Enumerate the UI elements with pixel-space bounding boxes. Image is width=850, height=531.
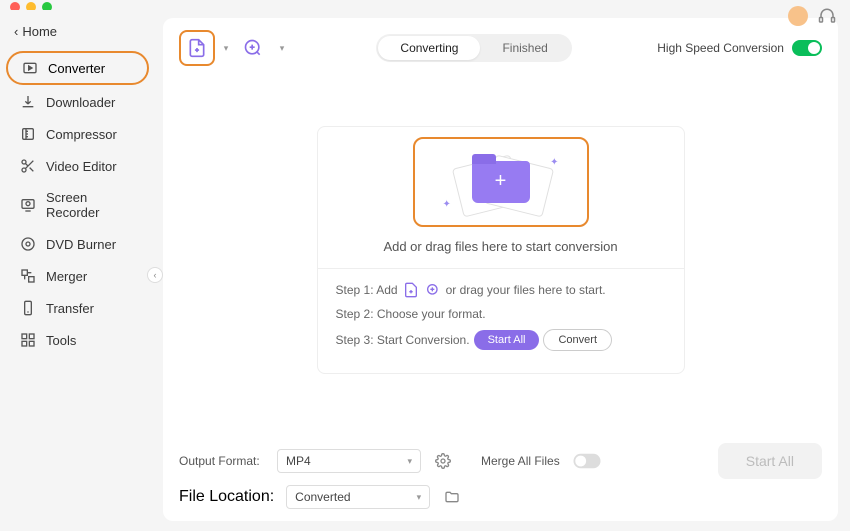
compressor-icon: [20, 126, 36, 142]
add-file-icon: [187, 38, 207, 58]
bottom-bar: Output Format: MP4▾ Merge All Files Star…: [179, 433, 822, 479]
add-url-dropdown[interactable]: ▾: [273, 43, 291, 54]
sidebar-item-label: Video Editor: [46, 159, 117, 174]
tab-converting[interactable]: Converting: [378, 36, 480, 60]
dropzone[interactable]: ✦ ✦ + Add or drag files here to start co…: [317, 126, 685, 374]
sidebar-item-label: DVD Burner: [46, 237, 116, 252]
step-3: Step 3: Start Conversion. Start All Conv…: [336, 329, 666, 351]
output-format-label: Output Format:: [179, 454, 265, 468]
add-file-button[interactable]: [179, 30, 215, 66]
conversion-tabs: Converting Finished: [376, 34, 571, 62]
sidebar-item-converter[interactable]: Converter: [6, 51, 149, 85]
support-icon[interactable]: [818, 7, 836, 25]
sparkle-icon: ✦: [443, 199, 451, 210]
downloader-icon: [20, 94, 36, 110]
toolbar: ▾ ▾ Converting Finished High Speed Conve…: [179, 30, 822, 66]
sidebar-item-label: Compressor: [46, 127, 117, 142]
merge-label: Merge All Files: [481, 454, 560, 468]
sidebar-item-label: Converter: [48, 61, 105, 76]
sidebar-item-video-editor[interactable]: Video Editor: [6, 151, 149, 181]
sidebar-item-screen-recorder[interactable]: Screen Recorder: [6, 183, 149, 227]
sparkle-icon: ✦: [550, 157, 558, 168]
output-format-select[interactable]: MP4▾: [277, 449, 421, 473]
sidebar-item-compressor[interactable]: Compressor: [6, 119, 149, 149]
sidebar-item-label: Transfer: [46, 301, 94, 316]
back-label: Home: [22, 24, 57, 39]
converter-icon: [22, 60, 38, 76]
window-controls: [0, 0, 850, 10]
merge-toggle[interactable]: [573, 454, 600, 468]
format-settings-button[interactable]: [433, 451, 453, 471]
dropzone-hero: ✦ ✦ +: [413, 137, 589, 227]
start-all-pill-button[interactable]: Start All: [474, 330, 540, 350]
high-speed-toggle[interactable]: [792, 40, 822, 56]
sidebar-item-tools[interactable]: Tools: [6, 325, 149, 355]
sidebar-item-label: Tools: [46, 333, 76, 348]
sidebar: ‹ Home Converter Downloader Compressor V…: [0, 10, 155, 531]
add-url-icon: [243, 38, 263, 58]
high-speed-label: High Speed Conversion: [657, 41, 784, 55]
dropzone-hint: Add or drag files here to start conversi…: [318, 239, 684, 254]
user-avatar[interactable]: [788, 6, 808, 26]
open-folder-button[interactable]: [442, 487, 462, 507]
folder-add-icon: +: [472, 161, 530, 203]
disc-icon: [20, 236, 36, 252]
add-url-icon: [424, 281, 442, 299]
main-panel: ▾ ▾ Converting Finished High Speed Conve…: [155, 10, 850, 531]
sidebar-item-label: Merger: [46, 269, 87, 284]
screen-recorder-icon: [20, 197, 36, 213]
tools-icon: [20, 332, 36, 348]
step-2: Step 2: Choose your format.: [336, 307, 666, 321]
convert-pill-button[interactable]: Convert: [543, 329, 612, 351]
sidebar-item-label: Downloader: [46, 95, 115, 110]
transfer-icon: [20, 300, 36, 316]
sidebar-item-label: Screen Recorder: [46, 190, 135, 220]
step-1: Step 1: Add or drag your files here to s…: [336, 281, 666, 299]
sidebar-item-downloader[interactable]: Downloader: [6, 87, 149, 117]
file-location-label: File Location:: [179, 488, 274, 506]
chevron-left-icon: ‹: [14, 24, 18, 39]
scissors-icon: [20, 158, 36, 174]
sidebar-item-transfer[interactable]: Transfer: [6, 293, 149, 323]
collapse-sidebar-button[interactable]: ‹: [147, 267, 163, 283]
tab-finished[interactable]: Finished: [480, 36, 569, 60]
divider: [318, 268, 684, 269]
add-file-icon: [402, 281, 420, 299]
back-home-button[interactable]: ‹ Home: [0, 18, 155, 49]
sidebar-item-merger[interactable]: Merger: [6, 261, 149, 291]
start-all-button[interactable]: Start All: [718, 443, 822, 479]
add-url-button[interactable]: [235, 30, 271, 66]
add-file-dropdown[interactable]: ▾: [217, 43, 235, 54]
file-location-select[interactable]: Converted▾: [286, 485, 430, 509]
sidebar-item-dvd-burner[interactable]: DVD Burner: [6, 229, 149, 259]
merger-icon: [20, 268, 36, 284]
